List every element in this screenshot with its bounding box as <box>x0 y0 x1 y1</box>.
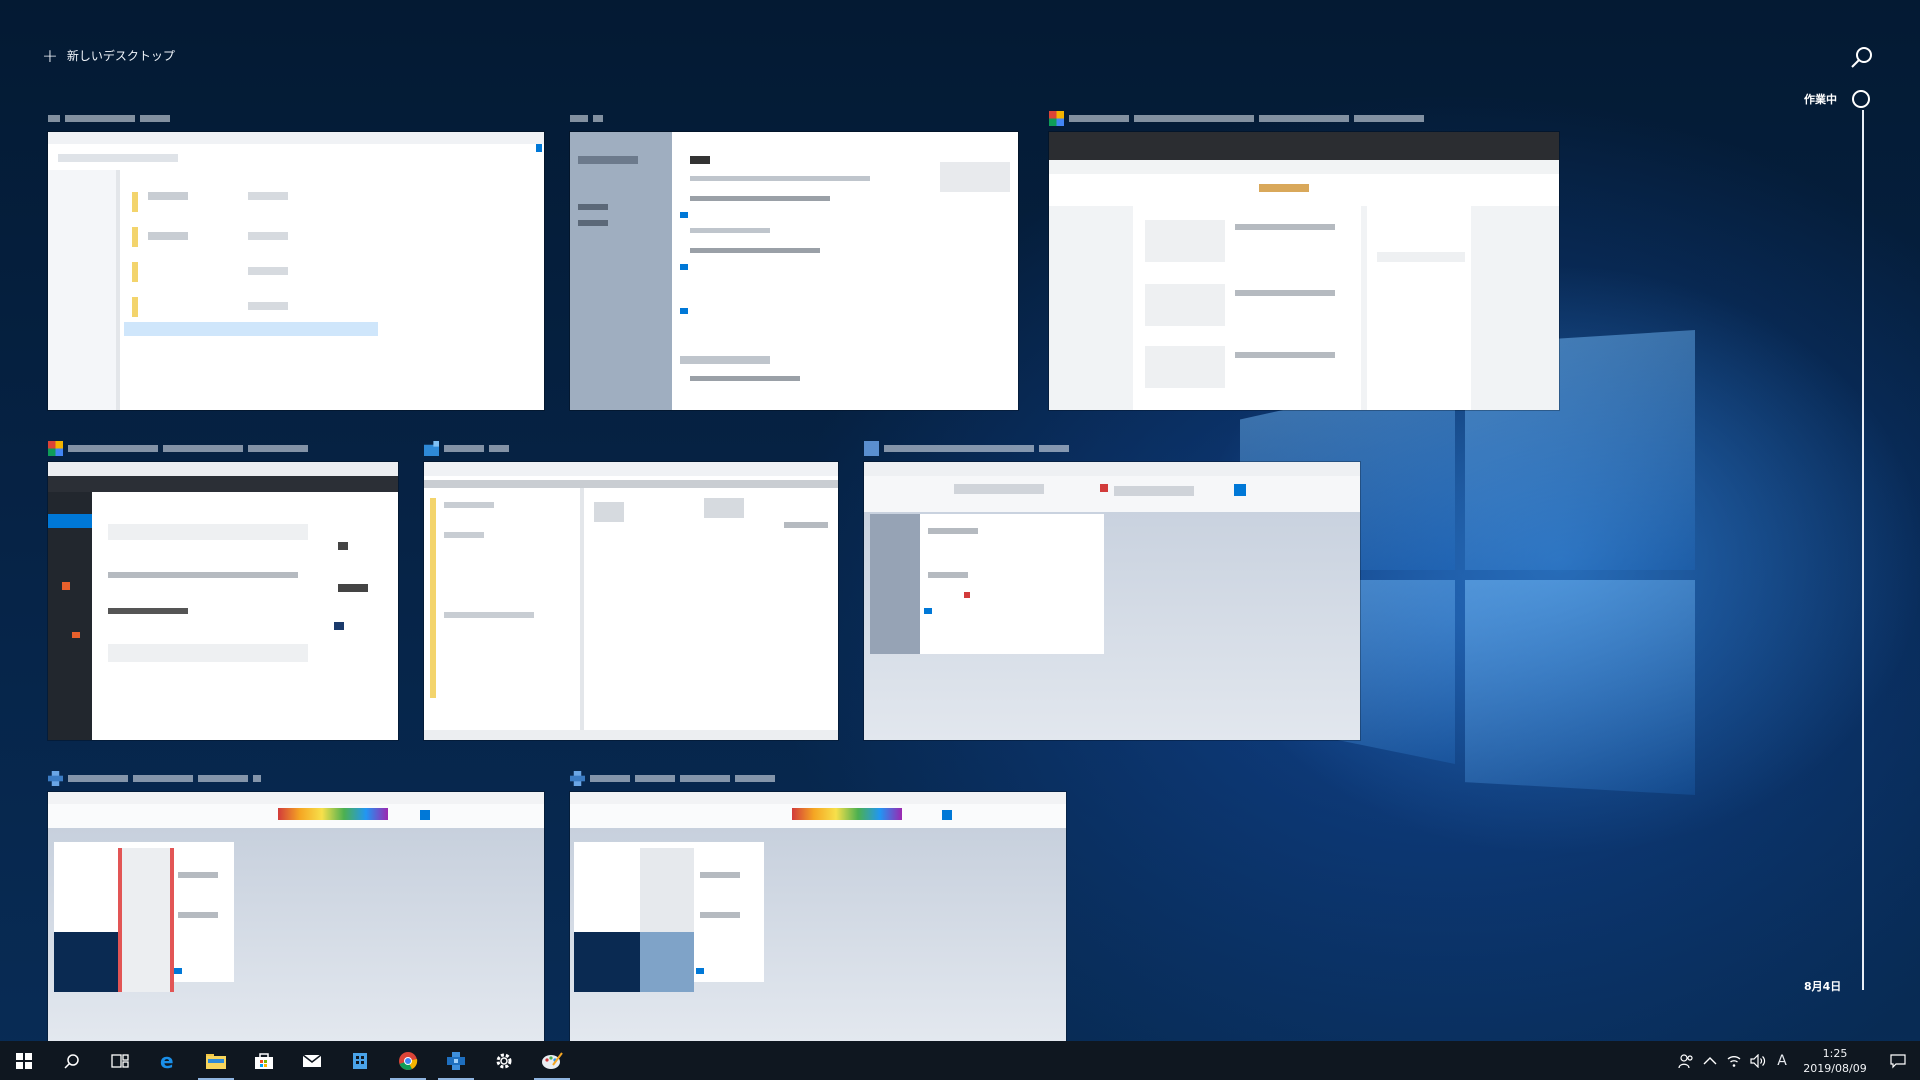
task-window-3[interactable] <box>1049 110 1559 410</box>
window-thumbnail <box>424 462 838 740</box>
clock-time: 1:25 <box>1822 1046 1848 1060</box>
window-title <box>424 440 509 456</box>
start-icon <box>16 1052 32 1069</box>
window-title <box>48 110 170 126</box>
taskbar-search-button[interactable] <box>48 1041 96 1080</box>
system-tray: A 1:25 2019/08/09 <box>1674 1041 1920 1080</box>
task-window-8[interactable] <box>570 770 1066 1041</box>
timeline-scrollbar[interactable] <box>1862 110 1864 990</box>
edge-button[interactable]: e <box>144 1041 192 1080</box>
taskbar: e A 1:25 2019/08/09 <box>0 1041 1920 1080</box>
task-window-6[interactable] <box>864 440 1360 740</box>
clock-date: 2019/08/09 <box>1803 1061 1867 1075</box>
timeline-current-marker[interactable] <box>1852 90 1870 108</box>
task-window-1[interactable] <box>48 114 544 410</box>
network-icon <box>1727 1055 1741 1067</box>
window-title <box>48 440 308 456</box>
store-icon <box>255 1052 273 1069</box>
app-icon <box>447 1051 465 1070</box>
window-title <box>570 770 775 786</box>
paint-icon <box>542 1051 563 1069</box>
action-center-button[interactable] <box>1876 1041 1920 1080</box>
window-thumbnail <box>1049 132 1559 410</box>
people-button[interactable] <box>1674 1041 1698 1080</box>
chrome-icon <box>48 440 63 456</box>
chrome-icon <box>1049 110 1064 126</box>
chrome-button[interactable] <box>384 1041 432 1080</box>
chrome-icon <box>399 1051 418 1070</box>
plus-icon: + <box>42 44 58 67</box>
app-icon <box>570 770 585 786</box>
app-icon <box>48 770 63 786</box>
svg-text:e: e <box>160 1051 174 1071</box>
task-window-4[interactable] <box>48 440 398 740</box>
show-hidden-icons-button[interactable] <box>1698 1041 1722 1080</box>
settings-icon <box>496 1053 512 1068</box>
task-view-button[interactable] <box>96 1041 144 1080</box>
mail-icon <box>302 1053 322 1067</box>
window-thumbnail <box>570 792 1066 1041</box>
task-view-icon <box>111 1053 129 1068</box>
task-window-7[interactable] <box>48 770 544 1041</box>
clock[interactable]: 1:25 2019/08/09 <box>1794 1046 1876 1076</box>
app-icon <box>424 440 439 456</box>
search-icon <box>64 1053 79 1069</box>
settings-button[interactable] <box>480 1041 528 1080</box>
mail-button[interactable] <box>288 1041 336 1080</box>
window-title <box>1049 110 1424 126</box>
volume-icon <box>1750 1053 1766 1068</box>
network-button[interactable] <box>1722 1041 1746 1080</box>
office-button[interactable] <box>336 1041 384 1080</box>
window-thumbnail <box>48 792 544 1041</box>
task-window-2[interactable] <box>570 114 1018 410</box>
window-thumbnail <box>48 132 544 410</box>
file-explorer-button[interactable] <box>192 1041 240 1080</box>
search-icon <box>1851 47 1872 68</box>
paint-button[interactable] <box>528 1041 576 1080</box>
start-button[interactable] <box>0 1041 48 1080</box>
window-thumbnail <box>570 132 1018 410</box>
window-title <box>48 770 261 786</box>
timeline-search-button[interactable] <box>1849 45 1875 71</box>
window-thumbnail <box>864 462 1360 740</box>
timeline-date-label[interactable]: 8月4日 <box>1804 978 1841 994</box>
notification-icon <box>1890 1053 1906 1068</box>
app-icon <box>864 440 879 456</box>
timeline-now-label[interactable]: 作業中 <box>1804 91 1837 107</box>
edge-icon: e <box>160 1051 174 1071</box>
volume-button[interactable] <box>1746 1041 1770 1080</box>
new-desktop-button[interactable]: + 新しいデスクトップ <box>42 44 175 67</box>
window-thumbnail <box>48 462 398 740</box>
chevron-up-icon <box>1703 1056 1717 1064</box>
people-icon <box>1678 1053 1693 1068</box>
task-window-5[interactable] <box>424 440 838 740</box>
store-button[interactable] <box>240 1041 288 1080</box>
office-icon <box>353 1052 367 1069</box>
app-button[interactable] <box>432 1041 480 1080</box>
file-explorer-icon <box>206 1053 226 1069</box>
window-title <box>570 110 603 126</box>
new-desktop-label: 新しいデスクトップ <box>66 49 175 63</box>
window-title <box>864 440 1069 456</box>
ime-mode-indicator[interactable]: A <box>1770 1041 1794 1080</box>
